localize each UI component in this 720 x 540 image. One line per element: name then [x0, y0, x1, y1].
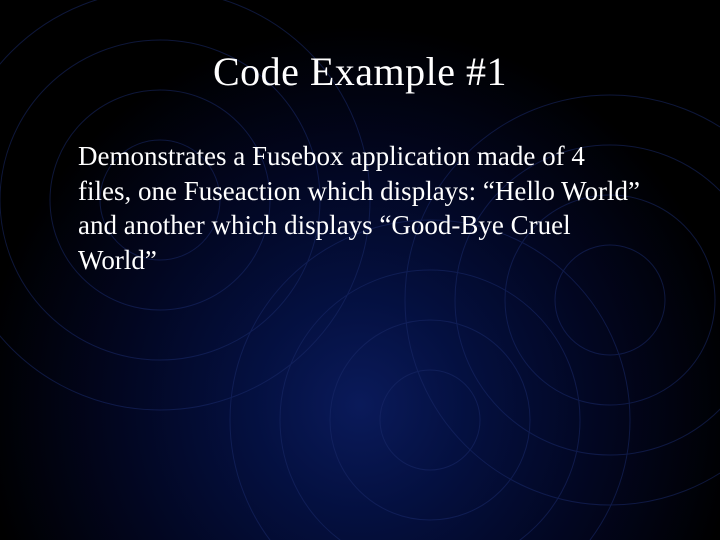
slide-body: Demonstrates a Fusebox application made … [70, 139, 650, 277]
slide-title: Code Example #1 [70, 48, 650, 95]
slide-content: Code Example #1 Demonstrates a Fusebox a… [0, 0, 720, 277]
